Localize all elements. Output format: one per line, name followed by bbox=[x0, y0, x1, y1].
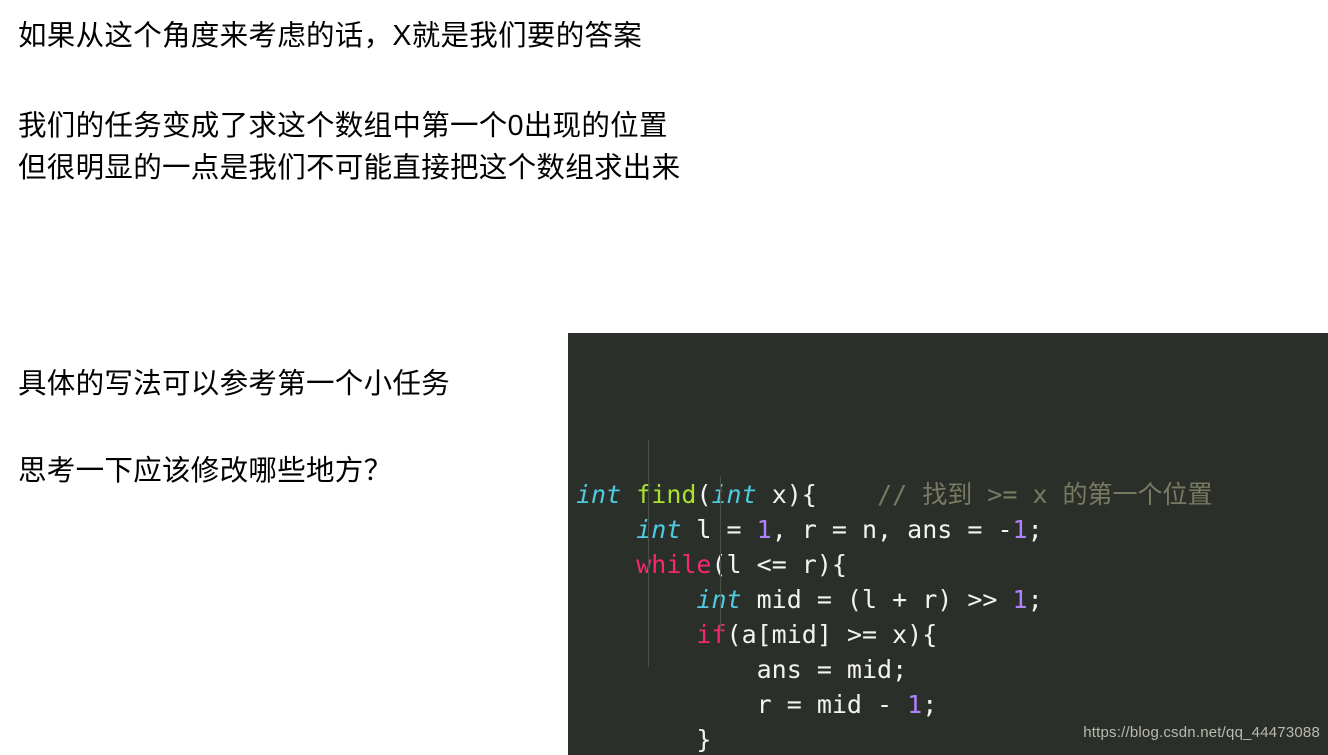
paragraph-line-5: 思考一下应该修改哪些地方？ bbox=[18, 455, 393, 487]
paragraph-line-2: 我们的任务变成了求这个数组中第一个0出现的位置 bbox=[18, 110, 668, 142]
code-token-type: int bbox=[636, 515, 682, 544]
code-block: int find(int x){ // 找到 >= x 的第一个位置 int l… bbox=[568, 333, 1328, 755]
code-token-num: 1 bbox=[1012, 585, 1028, 614]
code-token-plain: ; bbox=[922, 690, 938, 719]
code-token-plain: x){ bbox=[756, 480, 817, 509]
paragraph-line-1: 如果从这个角度来考虑的话，X就是我们要的答案 bbox=[18, 20, 643, 52]
code-token-num: 1 bbox=[1012, 515, 1028, 544]
code-token-plain: ; bbox=[1027, 585, 1043, 614]
code-content[interactable]: int find(int x){ // 找到 >= x 的第一个位置 int l… bbox=[568, 333, 1328, 755]
code-token-plain: l = bbox=[681, 515, 757, 544]
code-token-plain: mid = (l + r) >> bbox=[741, 585, 1013, 614]
code-token-kw: if bbox=[696, 620, 727, 649]
code-token-plain: ans = mid; bbox=[576, 655, 908, 684]
code-token-plain: ( bbox=[696, 480, 712, 509]
code-line-6: ans = mid; bbox=[576, 652, 1328, 687]
code-line-7: r = mid - 1; bbox=[576, 687, 1328, 722]
paragraph-line-3: 但很明显的一点是我们不可能直接把这个数组求出来 bbox=[18, 152, 681, 184]
code-token-type: int bbox=[696, 585, 742, 614]
code-token-num: 1 bbox=[756, 515, 772, 544]
watermark-text: https://blog.csdn.net/qq_44473088 bbox=[1083, 724, 1320, 741]
paragraph-line-4: 具体的写法可以参考第一个小任务 bbox=[18, 368, 451, 400]
code-line-1: int find(int x){ // 找到 >= x 的第一个位置 bbox=[576, 477, 1328, 512]
code-token-num: 1 bbox=[907, 690, 923, 719]
code-token-plain: } bbox=[576, 725, 712, 754]
code-token-plain: r = mid - bbox=[576, 690, 908, 719]
indent-guide-level-2 bbox=[720, 476, 721, 631]
code-token-plain: ; bbox=[1027, 515, 1043, 544]
indent-guide-level-1 bbox=[648, 440, 649, 667]
code-line-list: int find(int x){ // 找到 >= x 的第一个位置 int l… bbox=[576, 477, 1328, 755]
code-token-plain: (a[mid] >= x){ bbox=[726, 620, 938, 649]
code-token-comment: // 找到 >= x 的第一个位置 bbox=[877, 480, 1213, 509]
code-token-plain: (l <= r){ bbox=[711, 550, 847, 579]
code-line-3: while(l <= r){ bbox=[576, 547, 1328, 582]
code-line-5: if(a[mid] >= x){ bbox=[576, 617, 1328, 652]
code-token-type: int bbox=[711, 480, 757, 509]
code-token-type: int bbox=[576, 480, 622, 509]
code-token-plain: , r = n, ans = - bbox=[771, 515, 1013, 544]
code-line-4: int mid = (l + r) >> 1; bbox=[576, 582, 1328, 617]
code-line-2: int l = 1, r = n, ans = -1; bbox=[576, 512, 1328, 547]
code-token-fn: find bbox=[636, 480, 697, 509]
